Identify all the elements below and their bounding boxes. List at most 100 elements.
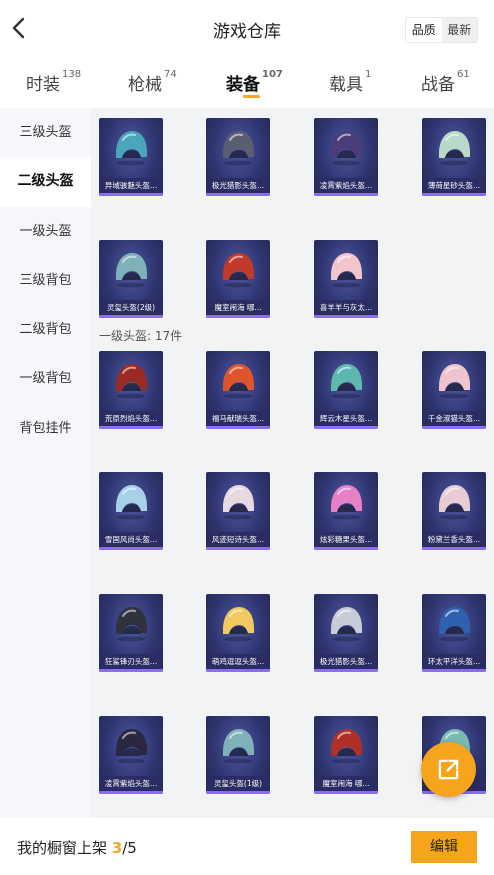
item-name: 辉云木星头盔... bbox=[314, 411, 378, 427]
tab-count: 1 bbox=[365, 69, 372, 81]
sidebar-item-helmet-lv3[interactable]: 三级头盔 bbox=[0, 108, 91, 157]
item-name: 环太平洋头盔... bbox=[422, 654, 486, 670]
item-name: 薄荷星砂头盔... bbox=[422, 178, 486, 194]
helmet-icon bbox=[223, 485, 254, 520]
tab-vehicles[interactable]: 载具1 bbox=[329, 69, 372, 95]
item-card[interactable]: 环太平洋头盔... bbox=[422, 594, 486, 672]
item-card[interactable]: 风迹短诗头盔... bbox=[206, 472, 270, 550]
helmet-icon bbox=[116, 607, 147, 642]
rarity-bar bbox=[99, 791, 163, 794]
item-card[interactable]: 喜羊羊与灰太... bbox=[314, 240, 378, 318]
rarity-bar bbox=[206, 426, 270, 429]
item-name: 魔室闹海 哪... bbox=[314, 776, 378, 792]
sidebar-item-backpack-pendant[interactable]: 背包挂件 bbox=[0, 404, 91, 453]
showcase-current-count: 3 bbox=[111, 839, 123, 857]
item-card[interactable]: 萌鸡逗逗头盔... bbox=[206, 594, 270, 672]
helmet-icon bbox=[331, 364, 362, 399]
item-card[interactable]: 极光猎影头盔... bbox=[206, 118, 270, 196]
sidebar-item-helmet-lv1[interactable]: 一级头盔 bbox=[0, 207, 91, 256]
item-name: 狂鲨锋刃头盔... bbox=[99, 654, 163, 670]
item-card[interactable]: 千金淑猫头盔... bbox=[422, 351, 486, 429]
rarity-bar bbox=[314, 193, 378, 196]
item-name: 炫彩糖果头盔... bbox=[314, 532, 378, 548]
helmet-icon bbox=[223, 253, 254, 288]
item-name: 千金淑猫头盔... bbox=[422, 411, 486, 427]
helmet-icon bbox=[439, 607, 470, 642]
sidebar-item-helmet-lv2[interactable]: 二级头盔 bbox=[0, 157, 91, 207]
item-name: 极光猎影头盔... bbox=[206, 178, 270, 194]
helmet-icon bbox=[439, 364, 470, 399]
rarity-bar bbox=[422, 547, 486, 550]
helmet-icon bbox=[331, 729, 362, 764]
item-card[interactable]: 荒原烈焰头盔... bbox=[99, 351, 163, 429]
helmet-icon bbox=[439, 485, 470, 520]
item-card[interactable]: 炫彩糖果头盔... bbox=[314, 472, 378, 550]
tab-label: 装备 bbox=[226, 75, 260, 95]
showcase-label: 我的橱窗上架 bbox=[17, 839, 108, 857]
item-card[interactable]: 魔室闹海 哪... bbox=[314, 716, 378, 794]
helmet-icon bbox=[331, 607, 362, 642]
rarity-bar bbox=[314, 669, 378, 672]
item-name: 凌霄紫焰头盔... bbox=[99, 776, 163, 792]
sort-quality-button[interactable]: 品质 bbox=[406, 18, 442, 42]
sidebar-item-backpack-lv3[interactable]: 三级背包 bbox=[0, 256, 91, 305]
rarity-bar bbox=[314, 315, 378, 318]
helmet-icon bbox=[116, 364, 147, 399]
item-card[interactable]: 福马献瑞头盔... bbox=[206, 351, 270, 429]
tab-fashion[interactable]: 时装138 bbox=[26, 69, 82, 95]
item-card[interactable]: 异域骇魅头盔... bbox=[99, 118, 163, 196]
header: 游戏仓库 品质 最新 bbox=[0, 0, 494, 58]
item-card[interactable]: 雪国风尚头盔... bbox=[99, 472, 163, 550]
rarity-bar bbox=[314, 791, 378, 794]
tab-label: 战备 bbox=[421, 75, 455, 95]
item-name: 异域骇魅头盔... bbox=[99, 178, 163, 194]
helmet-icon bbox=[331, 485, 362, 520]
helmet-icon bbox=[223, 607, 254, 642]
item-card[interactable]: 粉黛兰香头盔... bbox=[422, 472, 486, 550]
rarity-bar bbox=[422, 426, 486, 429]
rarity-bar bbox=[99, 193, 163, 196]
tab-battle-gear[interactable]: 战备61 bbox=[421, 69, 470, 95]
rarity-bar bbox=[206, 547, 270, 550]
item-card[interactable]: 灵玺头盔(2级) bbox=[99, 240, 163, 318]
rarity-bar bbox=[314, 547, 378, 550]
tab-count: 138 bbox=[62, 69, 82, 81]
item-card[interactable]: 灵玺头盔(1级) bbox=[206, 716, 270, 794]
sidebar-item-backpack-lv1[interactable]: 一级背包 bbox=[0, 354, 91, 403]
helmet-icon bbox=[439, 131, 470, 166]
rarity-bar bbox=[314, 426, 378, 429]
item-card[interactable]: 魔室闹海 哪... bbox=[206, 240, 270, 318]
item-name: 雪国风尚头盔... bbox=[99, 532, 163, 548]
tab-label: 时装 bbox=[26, 75, 60, 95]
rarity-bar bbox=[99, 426, 163, 429]
item-name: 灵玺头盔(2级) bbox=[99, 300, 163, 316]
item-card[interactable]: 凌霄紫焰头盔... bbox=[99, 716, 163, 794]
category-tabs: 时装138 枪械74 装备107 载具1 战备61 bbox=[0, 62, 494, 106]
item-card[interactable]: 薄荷星砂头盔... bbox=[422, 118, 486, 196]
helmet-icon bbox=[116, 131, 147, 166]
item-name: 喜羊羊与灰太... bbox=[314, 300, 378, 316]
tab-label: 载具 bbox=[329, 75, 363, 95]
tab-count: 74 bbox=[164, 69, 177, 81]
sort-latest-button[interactable]: 最新 bbox=[442, 18, 478, 42]
share-button[interactable] bbox=[421, 742, 476, 797]
tab-equipment[interactable]: 装备107 bbox=[226, 69, 283, 95]
item-card[interactable]: 辉云木星头盔... bbox=[314, 351, 378, 429]
helmet-icon bbox=[331, 131, 362, 166]
section-label-helmet-lv1: 一级头盔: 17件 bbox=[99, 329, 183, 343]
tab-guns[interactable]: 枪械74 bbox=[128, 69, 177, 95]
item-card[interactable]: 凌霄紫焰头盔... bbox=[314, 118, 378, 196]
item-card[interactable]: 极光猎影头盔... bbox=[314, 594, 378, 672]
helmet-icon bbox=[331, 253, 362, 288]
sidebar-item-backpack-lv2[interactable]: 二级背包 bbox=[0, 305, 91, 354]
sort-toggle: 品质 最新 bbox=[405, 17, 478, 43]
helmet-icon bbox=[223, 131, 254, 166]
item-card[interactable]: 狂鲨锋刃头盔... bbox=[99, 594, 163, 672]
edit-button[interactable]: 编辑 bbox=[411, 831, 477, 863]
rarity-bar bbox=[206, 791, 270, 794]
item-name: 灵玺头盔(1级) bbox=[206, 776, 270, 792]
active-tab-indicator bbox=[243, 95, 260, 98]
helmet-icon bbox=[223, 364, 254, 399]
rarity-bar bbox=[99, 547, 163, 550]
share-icon bbox=[438, 759, 459, 780]
